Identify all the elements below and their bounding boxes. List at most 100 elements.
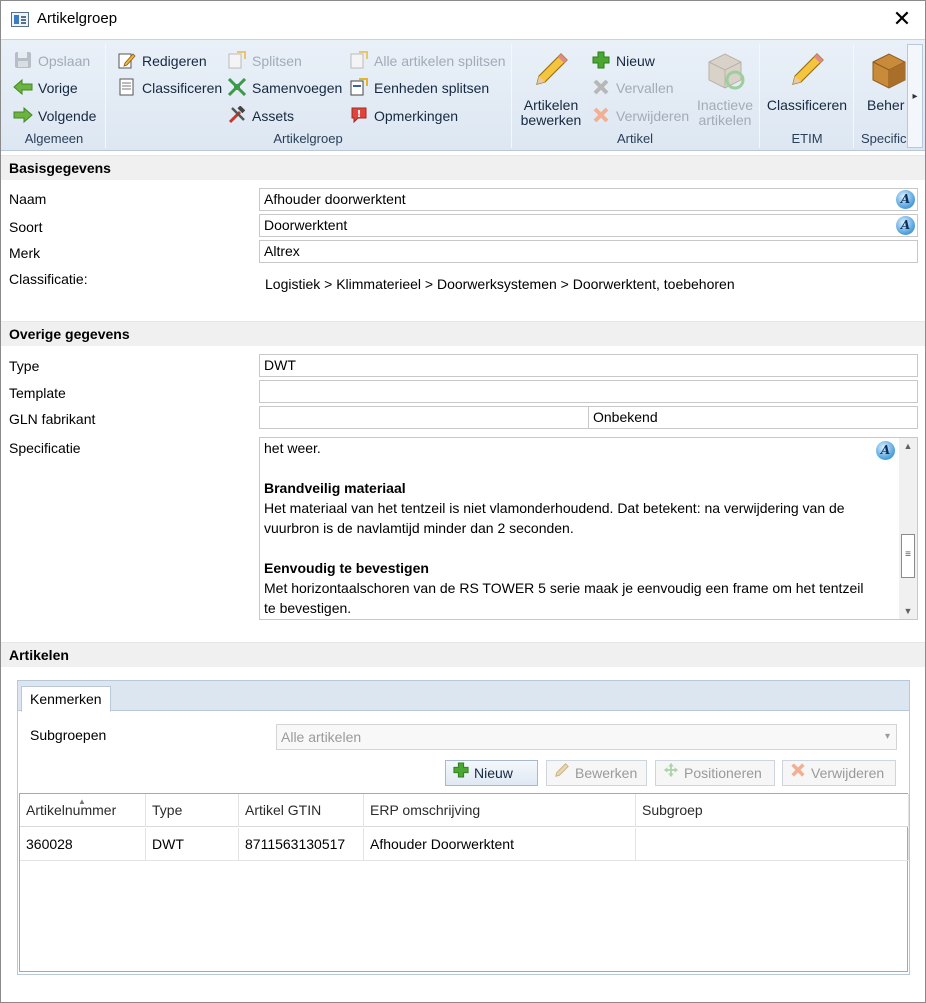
opmerkingen-button[interactable]: ! Opmerkingen <box>349 105 458 127</box>
inactieve-artikelen-button[interactable]: Inactieve artikelen <box>693 48 757 128</box>
merk-field[interactable]: Altrex <box>259 240 918 263</box>
alle-artikelen-splitsen-button[interactable]: Alle artikelen splitsen <box>349 50 506 72</box>
type-value: DWT <box>264 357 296 373</box>
gln-field[interactable] <box>259 406 589 429</box>
ribbon-separator <box>511 44 512 148</box>
column-header-type[interactable]: Type <box>146 794 239 827</box>
samenvoegen-button[interactable]: Samenvoegen <box>227 77 342 99</box>
splitsen-button[interactable]: Splitsen <box>227 50 302 72</box>
x-gray-icon <box>591 78 611 96</box>
ribbon-group-artikelgroep: Redigeren Classificeren Splitsen Samenvo… <box>107 40 509 150</box>
template-field[interactable] <box>259 380 918 403</box>
subgroepen-select[interactable]: Alle artikelen ▾ <box>276 724 897 750</box>
column-header-label: Artikelnummer <box>26 802 117 818</box>
column-header-artikel-gtin[interactable]: Artikel GTIN <box>239 794 364 827</box>
spec-blank-line <box>264 538 894 558</box>
naam-field[interactable]: Afhouder doorwerktent A <box>259 188 918 211</box>
group-label-algemeen: Algemeen <box>24 131 84 146</box>
template-label: Template <box>9 385 66 401</box>
vervallen-button[interactable]: Vervallen <box>591 77 674 99</box>
window-title: Artikelgroep <box>37 10 118 27</box>
pencil-icon <box>785 48 829 92</box>
group-label-artikel: Artikel <box>616 131 654 146</box>
vorige-button[interactable]: Vorige <box>13 77 78 99</box>
group-label-etim: ETIM <box>791 131 823 146</box>
type-field[interactable]: DWT <box>259 354 918 377</box>
close-button[interactable]: ✕ <box>879 1 925 39</box>
cell-erp-omschrijving: Afhouder Doorwerktent <box>364 828 636 861</box>
edit-icon <box>117 51 137 69</box>
box-refresh-icon <box>703 48 747 92</box>
spec-blank-line <box>264 458 894 478</box>
type-label: Type <box>9 358 40 374</box>
column-header-artikelnummer[interactable]: ▲ Artikelnummer <box>20 794 146 827</box>
translate-icon[interactable]: A <box>896 190 915 209</box>
ribbon-group-specific: Beher Specific <box>855 40 907 150</box>
opslaan-label: Opslaan <box>38 53 91 69</box>
remarks-icon: ! <box>349 106 369 124</box>
bewerken-button-label: Bewerken <box>575 765 638 781</box>
split-all-icon <box>349 51 369 69</box>
nieuw-button-label: Nieuw <box>474 765 513 781</box>
verwijderen-button[interactable]: Verwijderen <box>782 760 896 786</box>
tab-kenmerken[interactable]: Kenmerken <box>21 686 111 712</box>
save-icon <box>13 51 33 69</box>
redigeren-label: Redigeren <box>142 53 207 69</box>
spec-line: vuurbron is de navlamtijd minder dan 2 s… <box>264 520 574 536</box>
positioneren-button[interactable]: Positioneren <box>655 760 775 786</box>
classify-icon <box>117 78 137 96</box>
vervallen-label: Vervallen <box>616 80 674 96</box>
nieuw-button[interactable]: Nieuw <box>445 760 538 786</box>
gln-status: Onbekend <box>593 409 658 425</box>
panel-tab-bar: Kenmerken <box>18 681 909 712</box>
translate-icon[interactable]: A <box>876 441 895 460</box>
volgende-button[interactable]: Volgende <box>13 105 96 127</box>
assets-button[interactable]: Assets <box>227 105 294 127</box>
soort-field[interactable]: Doorwerktent A <box>259 214 918 237</box>
translate-icon[interactable]: A <box>896 216 915 235</box>
artikelen-bewerken-line2: bewerken <box>520 112 582 128</box>
eenheden-splitsen-button[interactable]: Eenheden splitsen <box>349 77 489 99</box>
beheer-button[interactable]: Beher <box>867 48 907 113</box>
pencil-icon <box>529 48 573 92</box>
specificatie-scrollbar[interactable]: ▲ ≡ ▼ <box>899 438 917 619</box>
ribbon-separator <box>759 44 760 148</box>
ribbon-scroll-right-button[interactable]: ▸ <box>907 44 923 148</box>
spec-line: Het materiaal van het tentzeil is niet v… <box>264 500 845 516</box>
splitsen-label: Splitsen <box>252 53 302 69</box>
split-units-icon <box>349 78 369 96</box>
verwijderen-artikel-button[interactable]: Verwijderen <box>591 105 689 127</box>
specificatie-textarea[interactable]: het weer. Brandveilig materiaal Het materi… <box>259 437 918 620</box>
classificatie-breadcrumb: Logistiek > Klimmaterieel > Doorwerksyst… <box>265 276 735 292</box>
verwijderen-artikel-label: Verwijderen <box>616 108 690 124</box>
ribbon-separator <box>105 44 106 148</box>
spec-line: te bevestigen. <box>264 600 352 616</box>
artikelen-bewerken-button[interactable]: Artikelen bewerken <box>519 48 583 128</box>
table-row[interactable]: 360028 DWT 8711563130517 Afhouder Doorwe… <box>20 828 909 861</box>
section-basisgegevens: Basisgegevens <box>1 155 925 180</box>
redigeren-button[interactable]: Redigeren <box>117 50 207 72</box>
ribbon-separator <box>853 44 854 148</box>
opslaan-button[interactable]: Opslaan <box>13 50 90 72</box>
classificeren-button[interactable]: Classificeren <box>117 77 222 99</box>
column-header-erp-omschrijving[interactable]: ERP omschrijving <box>364 794 636 827</box>
beheer-label: Beher <box>867 97 905 113</box>
naam-value: Afhouder doorwerktent <box>264 191 406 207</box>
title-bar: Artikelgroep ✕ <box>1 1 925 39</box>
alle-artikelen-splitsen-label: Alle artikelen splitsen <box>374 53 506 69</box>
arrow-left-icon <box>13 78 33 96</box>
nieuw-artikel-button[interactable]: Nieuw <box>591 50 655 72</box>
tools-icon <box>227 105 247 124</box>
scroll-up-button[interactable]: ▲ <box>899 438 917 454</box>
vorige-label: Vorige <box>38 80 78 96</box>
subgroepen-value: Alle artikelen <box>281 729 362 745</box>
scroll-down-button[interactable]: ▼ <box>899 603 917 619</box>
gln-status-field: Onbekend <box>588 406 918 429</box>
scroll-thumb[interactable]: ≡ <box>901 534 915 578</box>
etim-classificeren-button[interactable]: Classificeren <box>761 48 853 113</box>
sort-ascending-icon: ▲ <box>78 797 86 806</box>
column-header-subgroep[interactable]: Subgroep <box>636 794 909 827</box>
cell-type: DWT <box>146 828 239 861</box>
app-window-icon <box>11 12 29 27</box>
bewerken-button[interactable]: Bewerken <box>546 760 647 786</box>
